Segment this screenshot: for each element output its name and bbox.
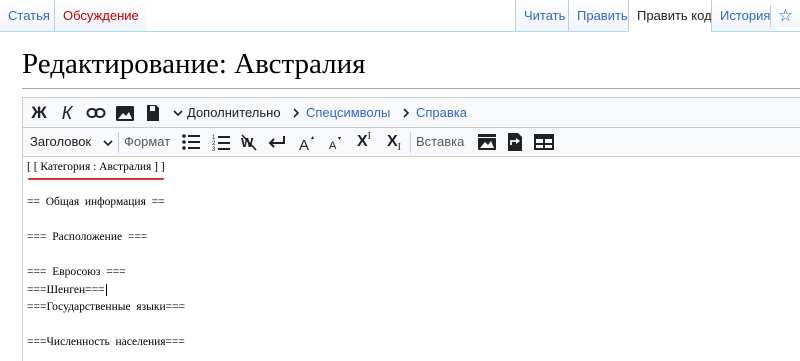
bold-button[interactable]: Ж (27, 102, 51, 124)
spellcheck-underline (28, 178, 164, 180)
bullet-list-icon[interactable] (179, 131, 203, 153)
editor-line: ===Численность населения=== (27, 336, 186, 348)
superscript-x: X (356, 133, 368, 150)
tab-edit-source[interactable]: Править код (628, 0, 720, 31)
tabs-divider-right (711, 31, 800, 32)
superscript-mark: I (367, 130, 371, 142)
page-tabs: Статья Обсуждение Читать Править Править… (0, 0, 800, 32)
heading-dropdown[interactable]: Заголовок (30, 134, 91, 149)
tab-history[interactable]: История (711, 0, 779, 31)
editor-line: ===Шенген=== (27, 284, 105, 296)
page-title: Редактирование: Австралия (22, 48, 366, 80)
tabs-divider-mid (510, 31, 628, 32)
newline-icon[interactable] (265, 131, 289, 153)
chevron-down-icon[interactable] (171, 102, 185, 124)
tabs-divider (0, 31, 510, 32)
nowiki-icon[interactable]: W (237, 131, 261, 153)
text-cursor (105, 284, 107, 297)
link-icon[interactable] (83, 102, 109, 124)
subscript-button[interactable]: XI (381, 131, 407, 153)
insert-group-label: Вставка (416, 134, 465, 149)
superscript-button[interactable]: XI (351, 131, 377, 153)
save-icon[interactable] (141, 102, 165, 124)
toolbar-separator (410, 132, 411, 153)
watch-star-icon[interactable]: ☆ (770, 5, 800, 27)
tab-discussion[interactable]: Обсуждение (54, 0, 147, 31)
italic-button[interactable]: К (55, 102, 79, 124)
tab-article[interactable]: Статья (0, 0, 58, 31)
numbered-list-icon[interactable]: 123 (209, 131, 233, 153)
wikitext-editor[interactable]: [ [ Категория : Австралия ] ] == Общая и… (22, 157, 800, 361)
chevron-down-icon[interactable] (101, 132, 115, 154)
title-rule (22, 88, 800, 89)
toolbar-separator (118, 132, 119, 153)
editor-line: === Евросоюз === (27, 266, 126, 278)
main-toolbar: Ж К Дополнительно Спецсимволы Справка (22, 97, 800, 128)
advanced-toolbar: Заголовок Формат 123 W A A XI XI Вставка (22, 128, 800, 157)
editor-line: [ [ Категория : Австралия ] ] (27, 161, 165, 173)
chevron-right-icon (289, 102, 303, 124)
small-text-icon[interactable]: A (323, 131, 347, 153)
advanced-menu[interactable]: Дополнительно (187, 105, 281, 120)
help-menu[interactable]: Справка (416, 105, 467, 120)
tab-edit[interactable]: Править (568, 0, 636, 31)
svg-text:A: A (329, 140, 337, 151)
gallery-icon[interactable] (475, 131, 499, 153)
svg-text:A: A (299, 137, 309, 151)
editor-line: === Расположение === (27, 231, 148, 243)
subscript-x: X (386, 133, 398, 150)
svg-text:W: W (241, 135, 254, 150)
chevron-right-icon (399, 102, 413, 124)
table-icon[interactable] (531, 131, 557, 153)
svg-text:3: 3 (212, 147, 216, 151)
tab-read[interactable]: Читать (515, 0, 574, 31)
image-icon[interactable] (113, 102, 137, 124)
special-chars-menu[interactable]: Спецсимволы (306, 105, 390, 120)
editor-line: == Общая информация == (27, 196, 165, 208)
subscript-mark: I (397, 141, 401, 153)
editor-line-with-cursor: ===Шенген=== (27, 284, 107, 297)
selected-tab-gap (628, 31, 711, 32)
redirect-icon[interactable] (503, 131, 527, 153)
big-text-icon[interactable]: A (295, 131, 319, 153)
editor-line: ===Государственные языки=== (27, 301, 186, 313)
format-group-label: Формат (124, 134, 171, 149)
